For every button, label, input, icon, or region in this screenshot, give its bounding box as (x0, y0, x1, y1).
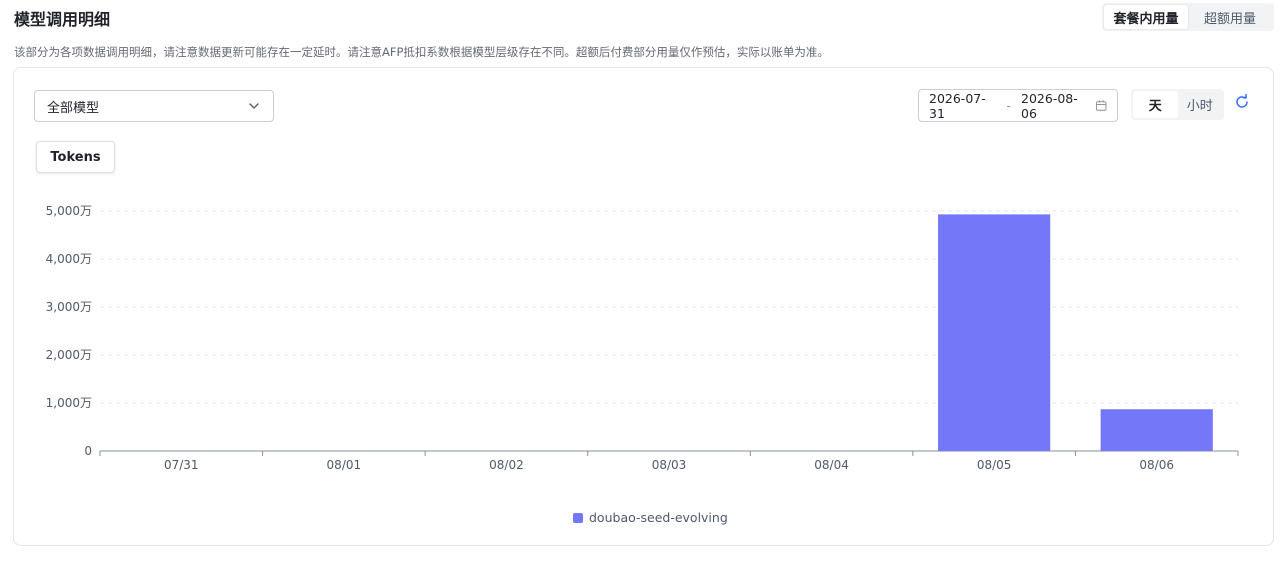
x-tick-label: 08/03 (652, 458, 687, 472)
y-tick-label: 4,000万 (46, 252, 92, 266)
y-tick-label: 2,000万 (46, 348, 92, 362)
page-title: 模型调用明细 (14, 10, 111, 29)
bar (938, 214, 1051, 451)
usage-card: 全部模型 2026-07-31 - 2026-08-06 天 小时 Tokens… (13, 67, 1274, 546)
x-tick-label: 08/04 (814, 458, 849, 472)
x-tick-label: 08/02 (489, 458, 524, 472)
x-tick-label: 07/31 (164, 458, 199, 472)
x-tick-label: 08/06 (1139, 458, 1174, 472)
x-tick-label: 08/05 (977, 458, 1012, 472)
usage-bar-chart: 0 1,000万 2,000万 3,000万 4,000万 5,000万 07/31 08/0… (46, 204, 1239, 472)
legend-label: doubao-seed-evolving (589, 510, 728, 525)
bar (1100, 409, 1213, 451)
chart-legend[interactable]: doubao-seed-evolving (573, 510, 728, 525)
usage-view-toggle: 套餐内用量 超额用量 (1102, 3, 1274, 31)
tab-plan-usage[interactable]: 套餐内用量 (1104, 5, 1188, 29)
y-tick-label: 1,000万 (46, 396, 92, 410)
y-tick-label: 3,000万 (46, 300, 92, 314)
y-tick-label: 5,000万 (46, 204, 92, 218)
legend-swatch (573, 512, 583, 523)
section-description: 该部分为各项数据调用明细，请注意数据更新可能存在一定延时。请注意AFP抵扣系数根… (14, 45, 829, 59)
y-tick-label: 0 (84, 444, 92, 458)
x-tick-label: 08/01 (327, 458, 362, 472)
tab-overage-usage[interactable]: 超额用量 (1188, 5, 1272, 29)
